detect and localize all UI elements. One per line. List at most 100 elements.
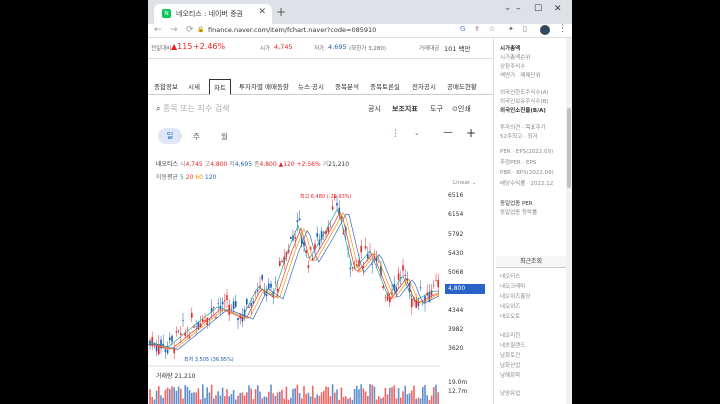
menu-item[interactable]: 시세 <box>188 81 200 91</box>
browser-tab[interactable]: N 네오티스 : 네이버 증권 ✕ <box>154 4 272 24</box>
volume-bar <box>171 386 173 404</box>
period-month-button[interactable]: 월 <box>221 131 228 142</box>
volume-bar <box>338 399 340 404</box>
recent-item[interactable]: 네오위즈 <box>500 302 520 310</box>
volume-bar <box>239 392 241 404</box>
zoom-in-icon[interactable]: + <box>466 126 476 140</box>
extensions-icon[interactable]: ✦ <box>508 25 514 33</box>
scrollbar-thumb[interactable] <box>567 108 571 188</box>
volume-bar <box>153 399 156 404</box>
recent-item[interactable]: 네오위즈홀딩 <box>500 292 530 300</box>
menu-item[interactable]: 종목분석 <box>335 81 359 91</box>
recent-item[interactable]: 남양유업 <box>500 389 520 397</box>
candle-body <box>419 287 422 289</box>
volume-bar <box>391 387 393 404</box>
volume-bar <box>371 384 373 404</box>
url-field[interactable]: 🔒 finance.naver.com/item/fchart.naver?co… <box>197 25 458 37</box>
symbol-search[interactable]: ⌕ 종목 또는 지수 검색 <box>156 103 230 114</box>
recent-item[interactable]: 남화토건 <box>500 351 520 359</box>
volume-bar <box>336 389 338 404</box>
volume-bar <box>265 396 268 404</box>
close-window-icon[interactable]: ✕ <box>554 4 562 14</box>
menu-dots-icon[interactable]: ⋮ <box>558 24 567 34</box>
browser-window: N 네오티스 : 네이버 증권 ✕ + ⌄ – ☐ ✕ ← → ⟳ 🔒 fina… <box>148 0 572 404</box>
menu-item[interactable]: 투자자별 매매동향 <box>239 81 289 91</box>
candle-body <box>164 349 167 352</box>
volume-bar <box>380 398 382 404</box>
candle-body <box>433 284 435 286</box>
recent-item[interactable]: 네오리진 <box>500 331 520 339</box>
forward-icon[interactable]: → <box>170 25 178 35</box>
zoom-out-icon[interactable]: — <box>443 127 453 138</box>
volume-bar <box>263 396 266 404</box>
scrollbar[interactable] <box>566 38 572 404</box>
recent-item[interactable]: 네오오토 <box>500 312 520 320</box>
maximize-icon[interactable]: ☐ <box>534 4 542 14</box>
volume-bar <box>254 389 257 404</box>
candle-body <box>276 288 279 292</box>
bookmark-star-icon[interactable]: ☆ <box>489 25 495 33</box>
period-day-button[interactable]: 일 <box>158 128 182 144</box>
candle-body <box>270 283 272 288</box>
moving-average-line <box>148 208 439 347</box>
candle-body <box>195 326 197 327</box>
recent-item[interactable]: 네오크레마 <box>500 282 525 290</box>
candle-body <box>162 343 164 346</box>
candle-body <box>307 265 310 269</box>
share-icon[interactable]: ⇪ <box>474 25 480 33</box>
reload-icon[interactable]: ⟳ <box>186 25 194 35</box>
volume-bar <box>283 398 285 404</box>
period-week-button[interactable]: 주 <box>193 131 200 142</box>
volume-bar <box>296 384 299 404</box>
notice-button[interactable]: 공시 <box>368 104 381 114</box>
volume-bar <box>290 397 292 404</box>
recent-item[interactable]: 남화산업 <box>500 361 520 369</box>
candle-body <box>149 340 151 346</box>
indicator-button[interactable]: 보조지표 <box>392 104 418 114</box>
volume-bar <box>213 398 215 404</box>
volume-bar <box>250 388 252 404</box>
recent-item[interactable]: 네오티스 <box>500 272 520 280</box>
new-tab-icon[interactable]: + <box>276 5 286 19</box>
candle-body <box>397 273 400 281</box>
volume-bar <box>219 395 222 404</box>
chevron-down-icon[interactable]: ⌄ <box>414 129 420 137</box>
volume-bar <box>252 399 255 404</box>
vol-tick: 12.7m <box>448 388 468 395</box>
menu-item[interactable]: 전자공시 <box>412 81 436 91</box>
candle-body <box>166 349 169 354</box>
menu-item[interactable]: 종목토론실 <box>370 81 400 91</box>
recent-item[interactable]: 네츠필랜드 <box>500 341 525 349</box>
tool-button[interactable]: 도구 <box>430 104 443 114</box>
candle-body <box>261 275 263 280</box>
candle-type-icon[interactable]: ⫶ <box>394 129 397 140</box>
menu-item[interactable]: 공매도현황 <box>447 81 477 91</box>
tab-search-chevron-icon[interactable]: ⌄ <box>504 3 512 13</box>
menu-item-selected[interactable]: 차트 <box>209 79 231 95</box>
print-button[interactable]: ⊙인쇄 <box>452 104 471 114</box>
candle-body <box>290 236 292 239</box>
sidebar-item: 액면가 · 매매단위 <box>500 73 541 79</box>
google-icon[interactable]: G <box>460 25 465 33</box>
low-value: 4,695 <box>328 43 347 51</box>
volume-bar <box>402 391 404 404</box>
profile-avatar[interactable] <box>540 25 550 35</box>
volume-bar <box>331 384 334 404</box>
recent-item[interactable]: 남해화학 <box>500 371 520 379</box>
volume-bar <box>437 392 439 404</box>
price-chart[interactable] <box>148 186 493 404</box>
volume-bar <box>246 392 248 404</box>
menu-item[interactable]: 종합정보 <box>154 81 178 91</box>
volume-bar <box>347 398 349 404</box>
volume-bar <box>411 390 413 404</box>
minimize-icon[interactable]: – <box>516 4 521 14</box>
close-tab-icon[interactable]: ✕ <box>258 7 266 17</box>
menu-item[interactable]: 뉴스·공시 <box>298 81 324 91</box>
side-panel-icon[interactable]: ▯ <box>523 25 527 33</box>
tab-title: 네오티스 : 네이버 증권 <box>176 10 243 18</box>
volume-bar <box>279 391 281 404</box>
min-label: 최저 3,505 (36.95%) <box>184 357 234 363</box>
y-tick: 3620 <box>448 345 464 352</box>
back-icon[interactable]: ← <box>154 25 162 35</box>
volume-bar <box>248 385 250 404</box>
